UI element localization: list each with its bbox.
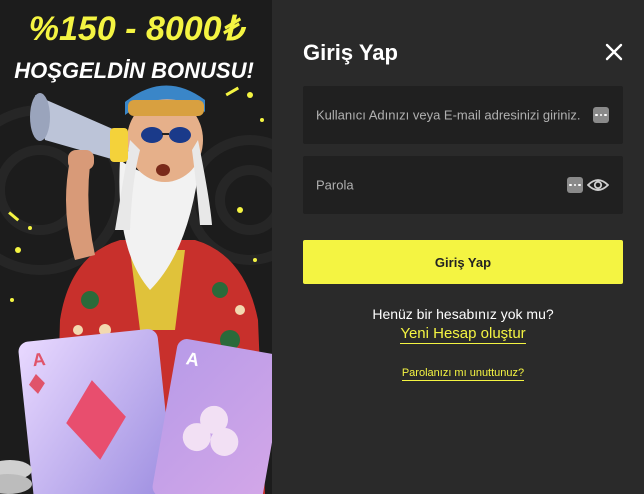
- no-account-text: Henüz bir hesabınız yok mu?: [372, 306, 554, 322]
- forgot-password-link[interactable]: Parolanızı mı unuttunuz?: [401, 367, 525, 381]
- password-manager-icon[interactable]: [593, 107, 609, 123]
- forgot-password-wrap: Parolanızı mı unuttunuz?: [303, 363, 623, 381]
- eye-icon[interactable]: [587, 177, 609, 193]
- username-input[interactable]: [303, 86, 623, 144]
- promo-headline: %150 - 8000₺: [29, 10, 247, 48]
- register-link-wrap: Yeni Hesap oluştur: [303, 325, 623, 344]
- register-link[interactable]: Yeni Hesap oluştur: [400, 325, 526, 344]
- promo-illustration: %150 - 8000₺ HOŞGELDİN BONUSU! A A: [0, 10, 272, 494]
- login-title: Giriş Yap: [303, 40, 398, 65]
- password-field[interactable]: Parola: [303, 156, 623, 214]
- promo-banner: %150 - 8000₺ HOŞGELDİN BONUSU! A A: [0, 0, 272, 494]
- username-field[interactable]: Kullanıcı Adınızı veya E-mail adresinizi…: [303, 86, 623, 144]
- password-manager-icon[interactable]: [567, 177, 583, 193]
- svg-text:A: A: [31, 349, 46, 370]
- login-panel: Giriş Yap Kullanıcı Adınızı veya E-mail …: [272, 0, 644, 494]
- login-button[interactable]: Giriş Yap: [303, 240, 623, 284]
- close-icon[interactable]: [602, 40, 626, 64]
- promo-subheadline: HOŞGELDİN BONUSU!: [14, 58, 254, 83]
